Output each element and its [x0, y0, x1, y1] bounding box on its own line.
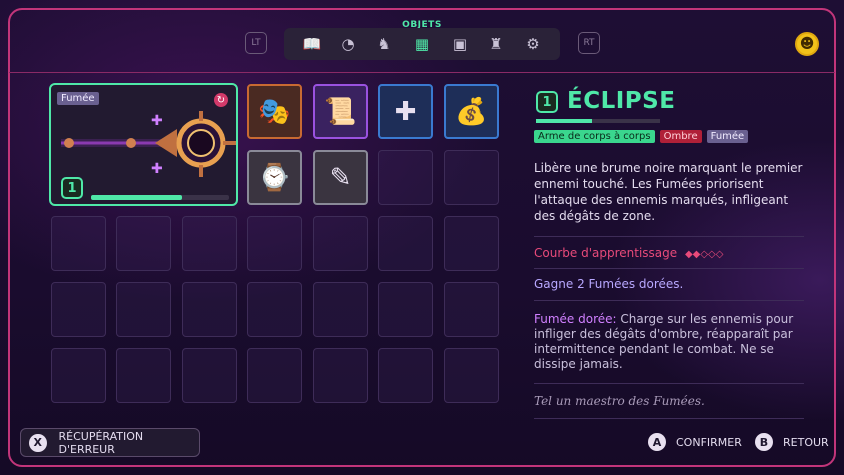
- item-icon: ✎: [329, 162, 352, 193]
- inventory-item-2[interactable]: ✚: [378, 84, 433, 139]
- inventory-slot[interactable]: [247, 216, 302, 271]
- tag-shadow: Ombre: [659, 130, 702, 143]
- tag-smoke: Fumée: [706, 130, 749, 143]
- inventory-slot[interactable]: [116, 282, 171, 337]
- learning-curve-label: Courbe d'apprentissage: [534, 246, 678, 260]
- smiley-icon[interactable]: ☻: [795, 32, 819, 56]
- inventory-item-4[interactable]: ⌚: [247, 150, 302, 205]
- tab-bar: 📖 ◔ ♞ ▦ ▣ ♜ ⚙: [284, 28, 560, 60]
- inventory-slot[interactable]: [51, 282, 106, 337]
- inventory-slot[interactable]: [247, 348, 302, 403]
- featured-progress-bar: [91, 195, 229, 200]
- item-icon: ✚: [394, 96, 417, 127]
- lt-button[interactable]: LT: [245, 32, 267, 54]
- id-card-icon[interactable]: ▣: [448, 32, 472, 56]
- svg-text:✚: ✚: [151, 161, 163, 177]
- inventory-slot[interactable]: [247, 282, 302, 337]
- golden-smoke-label: Fumée dorée:: [534, 312, 617, 326]
- rt-button[interactable]: RT: [578, 32, 600, 54]
- inventory-slot[interactable]: [182, 348, 237, 403]
- inventory-slot[interactable]: [378, 150, 433, 205]
- back-hint[interactable]: B RETOUR: [755, 433, 829, 451]
- inventory-item-1[interactable]: 📜: [313, 84, 368, 139]
- divider: [534, 236, 804, 237]
- confirm-label: CONFIRMER: [676, 435, 742, 449]
- divider: [534, 383, 804, 384]
- item-icon: 🎭: [258, 96, 291, 127]
- item-icon: 💰: [455, 96, 488, 127]
- inventory-item-5[interactable]: ✎: [313, 150, 368, 205]
- inventory-slot[interactable]: [444, 282, 499, 337]
- divider: [534, 418, 804, 419]
- learning-curve-diamonds: ◆◆◇◇◇: [684, 249, 724, 260]
- item-icon: ⌚: [258, 162, 291, 193]
- featured-level-badge: 1: [61, 177, 83, 199]
- inventory-slot[interactable]: [313, 348, 368, 403]
- divider: [534, 268, 804, 269]
- error-recovery-button[interactable]: X RÉCUPÉRATION D'ERREUR: [20, 428, 200, 457]
- tag-melee: Arme de corps à corps: [534, 130, 655, 143]
- x-button-icon: X: [29, 433, 47, 452]
- item-xp-bar: [536, 119, 660, 123]
- inventory-slot[interactable]: [378, 348, 433, 403]
- journal-icon[interactable]: 📖: [300, 32, 324, 56]
- item-icon: 📜: [324, 96, 357, 127]
- inventory-slot[interactable]: [51, 348, 106, 403]
- inventory-slot[interactable]: [444, 348, 499, 403]
- gain-text: Gagne 2 Fumées dorées.: [534, 277, 684, 291]
- gauge-icon[interactable]: ◔: [336, 32, 360, 56]
- inventory-slot[interactable]: [51, 216, 106, 271]
- inventory-item-0[interactable]: 🎭: [247, 84, 302, 139]
- golden-smoke-text: Fumée dorée: Charge sur les ennemis pour…: [534, 312, 806, 372]
- b-button-icon: B: [755, 433, 773, 451]
- error-recovery-label: RÉCUPÉRATION D'ERREUR: [58, 429, 144, 456]
- paw-icon[interactable]: ♞: [372, 32, 396, 56]
- item-description: Libère une brume noire marquant le premi…: [534, 161, 803, 223]
- grid-icon[interactable]: ▦: [410, 32, 434, 56]
- inventory-slot[interactable]: [313, 282, 368, 337]
- flavor-quote: Tel un maestro des Fumées.: [534, 394, 705, 408]
- header-divider: [9, 72, 835, 73]
- inventory-slot[interactable]: [444, 216, 499, 271]
- item-tags: Arme de corps à corps Ombre Fumée: [534, 130, 749, 143]
- a-button-icon: A: [648, 433, 666, 451]
- learning-curve: Courbe d'apprentissage ◆◆◇◇◇: [534, 246, 723, 260]
- svg-text:✚: ✚: [151, 113, 163, 129]
- inventory-slot[interactable]: [378, 216, 433, 271]
- joystick-icon[interactable]: ♜: [484, 32, 508, 56]
- divider: [534, 300, 804, 301]
- featured-item-card[interactable]: Fumée ↻ ✚ ✚ 1: [49, 83, 238, 206]
- inventory-slot[interactable]: [444, 150, 499, 205]
- back-label: RETOUR: [783, 435, 829, 449]
- inventory-slot[interactable]: [313, 216, 368, 271]
- inventory-slot[interactable]: [182, 216, 237, 271]
- inventory-slot[interactable]: [182, 282, 237, 337]
- item-level-badge: 1: [536, 91, 558, 113]
- inventory-item-3[interactable]: 💰: [444, 84, 499, 139]
- inventory-slot[interactable]: [116, 216, 171, 271]
- inventory-slot[interactable]: [378, 282, 433, 337]
- confirm-hint[interactable]: A CONFIRMER: [648, 433, 742, 451]
- item-title: ÉCLIPSE: [567, 88, 676, 114]
- inventory-slot[interactable]: [116, 348, 171, 403]
- gear-icon[interactable]: ⚙: [521, 32, 545, 56]
